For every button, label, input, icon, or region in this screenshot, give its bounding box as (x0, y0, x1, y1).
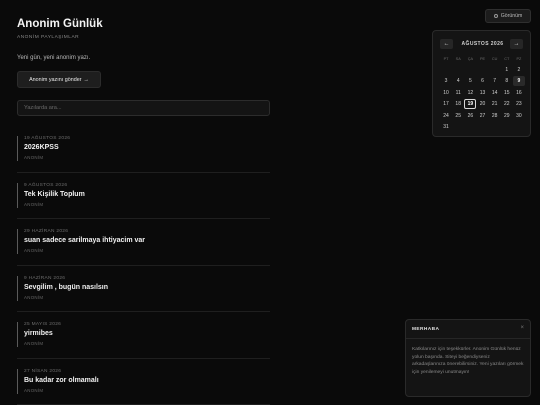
calendar-day[interactable]: 29 (501, 111, 513, 121)
calendar-day[interactable]: 21 (489, 99, 501, 109)
calendar-day[interactable]: 8 (501, 76, 513, 86)
calendar-day[interactable]: 26 (464, 111, 476, 121)
calendar-next-button[interactable]: → (510, 39, 523, 49)
calendar-day[interactable]: 1 (501, 65, 513, 75)
toast-header: MERHABA × (406, 320, 530, 339)
calendar-day[interactable]: 11 (452, 88, 464, 98)
post-list: 19 AĞUSTOS 2026 2026KPSS ANONİM 9 AĞUSTO… (17, 126, 270, 405)
post-date: 29 HAZİRAN 2026 (24, 229, 69, 234)
post-item[interactable]: 9 HAZİRAN 2026 Sevgilim , bugün nasılsın… (17, 266, 270, 312)
calendar-day[interactable]: 5 (464, 76, 476, 86)
post-date: 27 NİSAN 2026 (24, 368, 62, 374)
calendar-day[interactable]: 27 (476, 111, 488, 121)
calendar-day[interactable]: 15 (501, 88, 513, 98)
theme-toggle-button[interactable]: Görünüm (485, 9, 531, 23)
post-item[interactable]: 9 AĞUSTOS 2026 Tek Kişilik Toplum ANONİM (17, 173, 270, 219)
calendar-empty-cell (464, 65, 476, 75)
close-icon[interactable]: × (520, 325, 524, 331)
calendar-weekday: SA (455, 57, 461, 61)
calendar-day[interactable]: 7 (489, 76, 501, 86)
calendar-day[interactable]: 14 (489, 88, 501, 98)
post-title[interactable]: Tek Kişilik Toplum (24, 191, 85, 198)
post-author: ANONİM (24, 248, 44, 253)
post-author: ANONİM (24, 201, 44, 207)
calendar-day[interactable]: 30 (513, 111, 525, 121)
circle-half-icon (493, 14, 498, 18)
calendar-day[interactable]: 16 (513, 88, 525, 98)
submit-post-button[interactable]: Anonim yazını gönder → (17, 71, 101, 88)
calendar-day[interactable]: 24 (440, 111, 452, 121)
calendar-day[interactable]: 22 (501, 99, 513, 109)
post-author: ANONİM (24, 294, 44, 300)
post-item[interactable]: 19 AĞUSTOS 2026 2026KPSS ANONİM (17, 126, 270, 173)
toast-title: MERHABA (412, 327, 440, 332)
calendar-weekday: PE (479, 57, 486, 61)
tagline: Yeni gün, yeni anonim yazı. (17, 55, 91, 61)
calendar-day[interactable]: 25 (452, 111, 464, 121)
calendar-day[interactable]: 31 (440, 122, 452, 132)
post-item[interactable]: 27 NİSAN 2026 Bu kadar zor olmamalı ANON… (17, 359, 270, 405)
calendar-day[interactable]: 2 (513, 65, 525, 75)
post-date: 19 AĞUSTOS 2026 (24, 136, 71, 141)
post-author: ANONİM (24, 341, 44, 346)
post-accent-bar (17, 275, 18, 301)
calendar-widget: ← AĞUSTOS 2026 → PT SA ÇA PE CU CT PZ 1 2 3 4 5 6 7 8 9… (432, 30, 531, 137)
search-input[interactable] (17, 100, 270, 116)
calendar-day[interactable]: 20 (476, 99, 488, 109)
calendar-day[interactable]: 12 (464, 88, 476, 98)
site-subtitle: ANONİM PAYLAŞIMLAR (17, 35, 80, 40)
calendar-day[interactable]: 6 (476, 76, 488, 86)
arrow-right-icon: → (83, 76, 89, 83)
post-date: 25 MAYIS 2026 (24, 322, 62, 327)
post-author: ANONİM (24, 387, 44, 393)
calendar-weekday: ÇA (467, 57, 473, 61)
post-item[interactable]: 29 HAZİRAN 2026 suan sadece sarilmaya ih… (17, 219, 270, 266)
calendar-weekday: PZ (516, 57, 522, 61)
post-title[interactable]: yirmibes (24, 330, 53, 337)
post-accent-bar (17, 229, 18, 254)
post-accent-bar (17, 368, 18, 394)
post-accent-bar (17, 182, 18, 208)
post-item[interactable]: 25 MAYIS 2026 yirmibes ANONİM (17, 312, 270, 359)
post-accent-bar (17, 136, 18, 161)
calendar-empty-cell (440, 65, 452, 75)
calendar-weekday: PT (443, 57, 449, 61)
calendar-day[interactable]: 10 (440, 88, 452, 98)
post-title[interactable]: Sevgilim , bugün nasılsın (24, 284, 108, 291)
site-title[interactable]: Anonim Günlük (17, 18, 103, 30)
post-date: 9 AĞUSTOS 2026 (24, 182, 68, 188)
welcome-toast: MERHABA × Katkılarınız için teşekkürler.… (405, 319, 531, 397)
calendar-weekday: CT (504, 57, 510, 61)
post-author: ANONİM (24, 155, 44, 160)
calendar-day[interactable]: 9 (512, 76, 525, 86)
toast-message: Katkılarınız için teşekkürler. Anonim Gü… (412, 347, 524, 375)
calendar-day[interactable]: 3 (440, 76, 452, 86)
post-title[interactable]: 2026KPSS (24, 144, 59, 151)
calendar-empty-cell (489, 65, 501, 75)
post-date: 9 HAZİRAN 2026 (24, 275, 66, 281)
post-title[interactable]: Bu kadar zor olmamalı (24, 377, 99, 384)
calendar-day[interactable]: 13 (476, 88, 488, 98)
calendar-day[interactable]: 17 (440, 99, 452, 109)
calendar-grid: PT SA ÇA PE CU CT PZ 1 2 3 4 5 6 7 8 9 10 11 12 13 14 15 16 17 1… (440, 55, 525, 132)
calendar-day[interactable]: 19 (464, 99, 477, 109)
calendar-day[interactable]: 18 (452, 99, 464, 109)
calendar-empty-cell (452, 65, 464, 75)
calendar-day[interactable]: 23 (513, 99, 525, 109)
calendar-day[interactable]: 28 (489, 111, 501, 121)
submit-post-label: Anonim yazını gönder (29, 76, 82, 83)
calendar-weekday: CU (491, 57, 498, 61)
calendar-empty-cell (476, 65, 488, 75)
post-title[interactable]: suan sadece sarilmaya ihtiyacim var (24, 237, 145, 244)
theme-toggle-label: Görünüm (500, 13, 523, 19)
calendar-day[interactable]: 4 (452, 76, 464, 86)
post-accent-bar (17, 322, 18, 347)
